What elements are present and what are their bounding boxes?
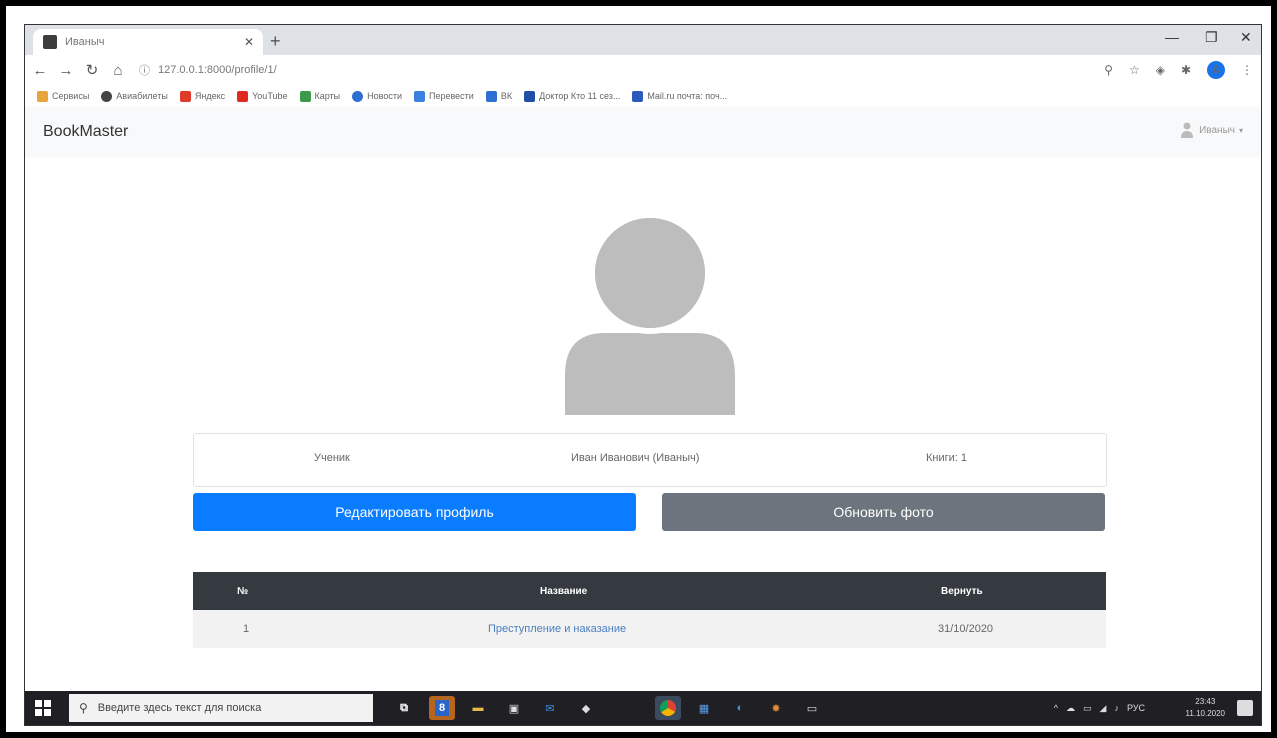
bookmark-item[interactable]: Авиабилеты — [101, 90, 168, 102]
chrome-icon[interactable] — [655, 696, 681, 720]
tab-close-icon[interactable]: ✕ — [241, 35, 257, 49]
header-title: Название — [540, 585, 588, 597]
tray-chevron-icon[interactable]: ^ — [1054, 703, 1058, 713]
clock-time: 23:43 — [1195, 697, 1216, 706]
cloud-icon[interactable]: ☁ — [1066, 703, 1075, 714]
bookmark-item[interactable]: Доктор Кто 11 сез... — [524, 90, 620, 102]
store-icon[interactable]: ▣ — [501, 696, 527, 720]
home-icon[interactable]: ⌂ — [107, 62, 129, 79]
table-row: 1 Преступление и наказание 31/10/2020 — [193, 610, 1106, 648]
screenshot-frame: Иваныч ✕ + — ❐ ✕ ← → ↻ ⌂ ⓘ 127.0.0.1:800… — [6, 6, 1271, 732]
taskbar-search-placeholder: Введите здесь текст для поиска — [97, 702, 262, 714]
battery-icon[interactable]: ▭ — [1083, 703, 1092, 714]
notification-center-icon[interactable] — [1237, 700, 1253, 716]
user-dropdown[interactable]: Иваныч ▾ — [1181, 122, 1243, 138]
header-return: Вернуть — [941, 585, 983, 597]
profile-info-card: Ученик Иван Иванович (Иваныч) Книги: 1 — [193, 433, 1107, 487]
system-tray: ^ ☁ ▭ ◢ ♪ РУС — [1050, 691, 1149, 725]
maps-icon — [299, 90, 311, 102]
site-favicon-icon — [43, 35, 57, 49]
task-view-icon[interactable]: ⧉ — [391, 696, 417, 720]
user-dropdown-label: Иваныч — [1199, 124, 1235, 136]
row-num: 1 — [243, 623, 250, 635]
bookmark-item[interactable]: Карты — [299, 90, 340, 102]
zoom-icon[interactable]: ⚲ — [1104, 63, 1113, 77]
new-tab-icon[interactable]: + — [270, 31, 281, 52]
input-language[interactable]: РУС — [1127, 703, 1145, 713]
profile-avatar[interactable]: A — [1207, 61, 1225, 79]
taskbar-search-box[interactable]: ⚲ Введите здесь текст для поиска — [69, 694, 373, 722]
apps-grid-icon — [37, 90, 48, 102]
windows-start-icon[interactable] — [35, 700, 51, 716]
address-bar[interactable]: ⓘ 127.0.0.1:8000/profile/1/ — [139, 59, 277, 81]
brand-logo[interactable]: BookMaster — [43, 123, 128, 141]
taskbar-app-icon[interactable]: ▦ — [691, 696, 717, 720]
extension-icon[interactable]: ◈ — [1156, 63, 1165, 77]
bookmark-item[interactable]: Сервисы — [37, 90, 89, 102]
mail-icon — [632, 90, 644, 102]
bookmark-item[interactable]: ВК — [485, 90, 512, 102]
app-navbar: BookMaster Иваныч ▾ — [25, 107, 1261, 157]
desktop-screen: Иваныч ✕ + — ❐ ✕ ← → ↻ ⌂ ⓘ 127.0.0.1:800… — [24, 24, 1262, 726]
minimize-icon[interactable]: — — [1165, 29, 1179, 45]
borrowed-books-table: № Название Вернуть 1 Преступление и нака… — [193, 572, 1106, 648]
window-close-icon[interactable]: ✕ — [1240, 29, 1252, 46]
restore-icon[interactable]: ❐ — [1205, 29, 1218, 46]
windows-taskbar: ⚲ Введите здесь текст для поиска ⧉ 8 ▬ ▣… — [25, 691, 1261, 725]
taskbar-app-icon[interactable]: 8 — [429, 696, 455, 720]
bookmark-icon — [101, 90, 113, 102]
header-num: № — [237, 585, 249, 597]
forward-icon[interactable]: → — [55, 62, 77, 79]
browser-tab-strip: Иваныч ✕ + — ❐ ✕ — [25, 25, 1261, 55]
youtube-icon — [237, 90, 249, 102]
address-url: 127.0.0.1:8000/profile/1/ — [158, 64, 277, 76]
bookmark-item[interactable]: Перевести — [414, 90, 474, 102]
bookmark-item[interactable]: Mail.ru почта: поч... — [632, 90, 727, 102]
search-icon: ⚲ — [79, 701, 88, 715]
network-icon[interactable]: ◢ — [1100, 703, 1107, 714]
mail-app-icon[interactable]: ✉ — [537, 696, 563, 720]
taskbar-app-icon[interactable]: ◆ — [573, 696, 599, 720]
bookmark-star-icon[interactable]: ☆ — [1129, 63, 1140, 77]
tab-title: Иваныч — [65, 36, 105, 48]
bookmark-item[interactable]: Новости — [352, 90, 402, 102]
volume-icon[interactable]: ♪ — [1114, 703, 1119, 713]
file-explorer-icon[interactable]: ▬ — [465, 696, 491, 720]
back-icon[interactable]: ← — [29, 62, 51, 79]
caret-down-icon: ▾ — [1238, 125, 1243, 135]
pycharm-icon[interactable]: ✸ — [763, 696, 789, 720]
toolbar-actions: ⚲ ☆ ◈ ✱ A ⋮ — [1096, 55, 1261, 85]
clock-date: 11.10.2020 — [1185, 709, 1225, 718]
user-icon — [1181, 122, 1194, 138]
profile-avatar-placeholder — [565, 215, 735, 415]
book-title-link[interactable]: Преступление и наказание — [488, 610, 626, 648]
yandex-icon — [179, 90, 191, 102]
news-icon — [352, 90, 364, 102]
video-icon — [524, 90, 536, 102]
row-return-date: 31/10/2020 — [938, 623, 994, 635]
bookmark-item[interactable]: YouTube — [237, 90, 288, 102]
browser-tab[interactable]: Иваныч ✕ — [33, 29, 263, 55]
extensions-puzzle-icon[interactable]: ✱ — [1181, 63, 1191, 77]
terminal-icon[interactable]: ▭ — [799, 696, 825, 720]
profile-role: Ученик — [314, 452, 350, 464]
vk-icon — [485, 90, 497, 102]
table-header: № Название Вернуть — [193, 572, 1106, 610]
profile-books-count: Книги: 1 — [926, 452, 968, 464]
browser-toolbar: ← → ↻ ⌂ ⓘ 127.0.0.1:8000/profile/1/ ⚲ ☆ … — [25, 55, 1261, 85]
profile-full-name: Иван Иванович (Иваныч) — [571, 452, 700, 464]
taskbar-clock[interactable]: 23:43 11.10.2020 — [1186, 696, 1225, 720]
browser-menu-icon[interactable]: ⋮ — [1241, 63, 1253, 77]
bookmarks-bar: Сервисы Авиабилеты Яндекс YouTube Карты … — [25, 85, 1261, 108]
edit-profile-button[interactable]: Редактировать профиль — [193, 493, 636, 531]
site-info-icon[interactable]: ⓘ — [139, 62, 150, 78]
edge-icon[interactable]: ◐ — [727, 696, 753, 720]
reload-icon[interactable]: ↻ — [81, 61, 103, 79]
bookmark-item[interactable]: Яндекс — [179, 90, 225, 102]
update-photo-button[interactable]: Обновить фото — [662, 493, 1105, 531]
translate-icon — [414, 90, 425, 102]
